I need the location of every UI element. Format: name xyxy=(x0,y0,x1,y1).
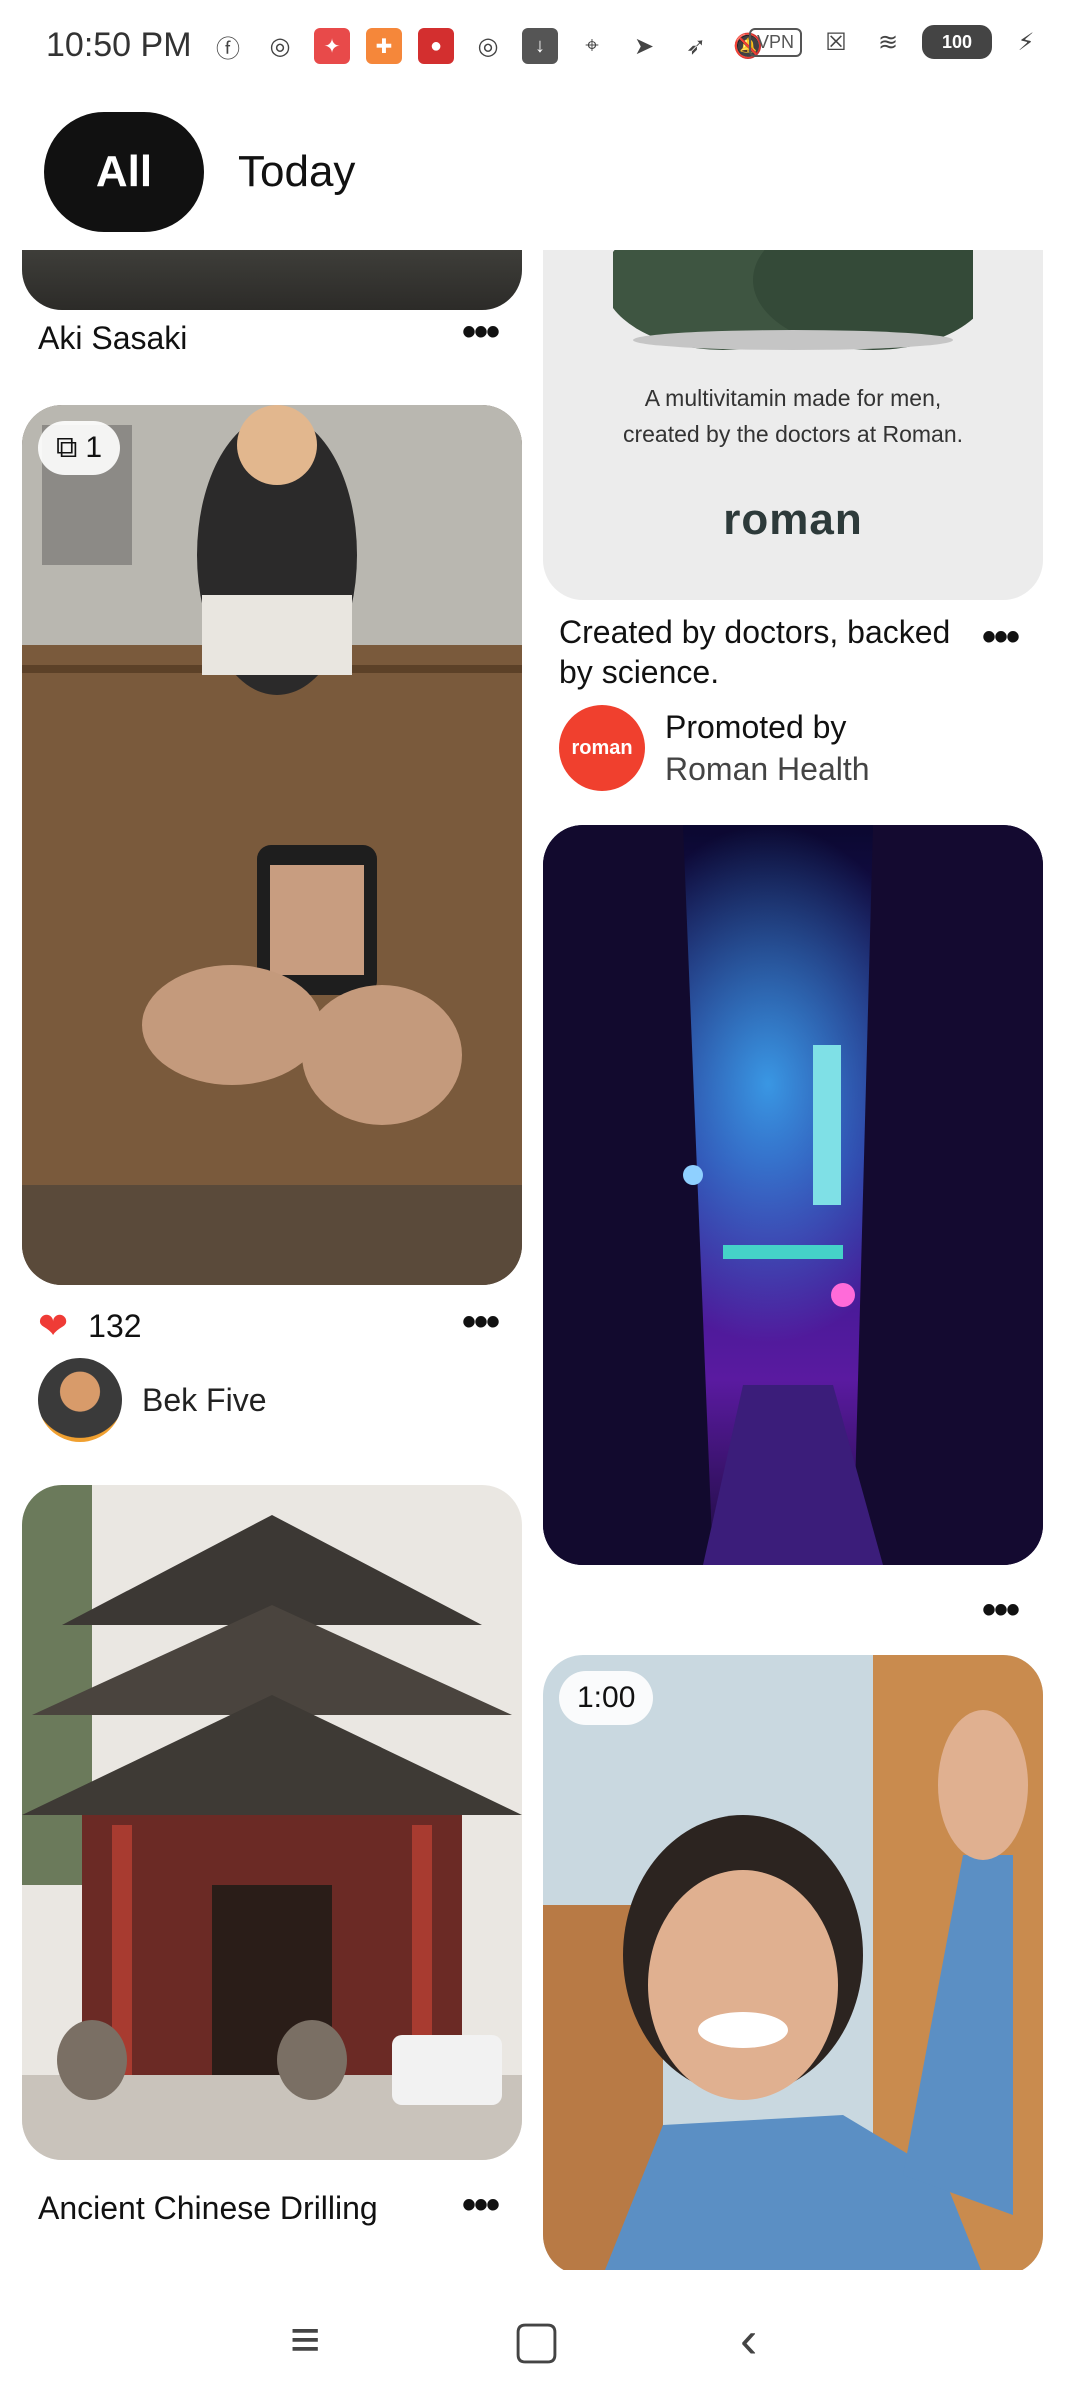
more-options-button[interactable]: ••• xyxy=(982,1588,1020,1633)
app-icon: ✚ xyxy=(366,28,402,64)
photo-waving-woman xyxy=(543,1655,1043,2270)
more-options-button[interactable]: ••• xyxy=(462,1300,500,1345)
pin-image-aki-sasaki[interactable] xyxy=(22,250,522,310)
avatar xyxy=(38,1358,122,1442)
more-options-button[interactable]: ••• xyxy=(462,310,500,355)
pin-image-neon-alley[interactable] xyxy=(543,825,1043,1565)
advertiser-avatar: roman xyxy=(559,705,645,791)
sim-icon: ☒ xyxy=(825,28,847,56)
app-icon: ◎ xyxy=(269,32,291,60)
advertiser-name: Roman Health xyxy=(665,751,870,787)
facebook-icon: ⓕ xyxy=(216,35,240,63)
app-icon: ◎ xyxy=(477,32,499,60)
pin-feed: Aki Sasaki ••• ⧉ 1 ❤ 132 ••• Bek Five An… xyxy=(0,250,1080,2270)
pin-title: Ancient Chinese Drilling xyxy=(38,2190,378,2226)
more-options-button[interactable]: ••• xyxy=(982,615,1020,660)
ad-title: Created by doctors, backed by science. xyxy=(559,614,951,690)
tab-all[interactable]: All xyxy=(44,112,204,232)
tabs: All Today xyxy=(44,112,355,232)
video-duration-badge: 1:00 xyxy=(559,1671,654,1725)
wifi-icon: ≋ xyxy=(877,28,899,56)
more-options-button[interactable]: ••• xyxy=(462,2183,500,2228)
ad-description: A multivitamin made for men, created by … xyxy=(622,385,964,447)
vpn-icon: VPN xyxy=(748,27,802,57)
app-icon: ● xyxy=(418,28,454,64)
brand-logo: roman xyxy=(723,495,863,544)
charging-icon: ⚡ xyxy=(1017,28,1035,56)
heart-icon: ❤ xyxy=(38,1305,69,1346)
send-icon: ➤ xyxy=(633,32,655,60)
tab-today[interactable]: Today xyxy=(238,147,355,197)
ad-image-roman[interactable]: A multivitamin made for men, created by … xyxy=(543,250,1043,600)
author-name: Bek Five xyxy=(142,1381,267,1418)
photo-temple xyxy=(22,1485,522,2160)
copy-icon: ⧉ xyxy=(56,431,78,464)
reaction-count: 132 xyxy=(88,1307,142,1344)
status-bar: 10:50 PM ⓕ ◎ ✦ ✚ ● ◎ ↓ ⌖ ➤ ➶ 🔕 VPN ☒ ≋ 1… xyxy=(0,0,1080,96)
vitamin-bottles xyxy=(613,250,973,350)
reactions-row: ❤ 132 xyxy=(38,1305,142,1347)
photo-neon-street xyxy=(543,825,1043,1565)
status-icons: ⓕ ◎ ✦ ✚ ● ◎ ↓ ⌖ ➤ ➶ 🔕 xyxy=(210,28,766,64)
back-icon[interactable]: ‹ xyxy=(740,2310,757,2370)
battery-icon: 100 xyxy=(922,25,992,59)
promoted-label: Promoted by xyxy=(665,709,847,745)
navigation-icon: ➶ xyxy=(685,32,707,60)
board-count-badge: ⧉ 1 xyxy=(38,421,121,475)
pin-author[interactable]: Bek Five xyxy=(38,1358,266,1442)
location-icon: ⌖ xyxy=(585,32,599,59)
status-time: 10:50 PM xyxy=(46,26,192,64)
pin-image-chinese-temple[interactable] xyxy=(22,1485,522,2160)
photo-kitchen xyxy=(22,405,522,1285)
pin-title: Aki Sasaki xyxy=(38,320,188,356)
menu-icon[interactable]: ≡ xyxy=(290,2310,320,2370)
system-nav-bar: ≡ ▢ ‹ xyxy=(0,2270,1080,2400)
pin-video-greeting[interactable]: 1:00 xyxy=(543,1655,1043,2270)
app-icon: ✦ xyxy=(314,28,350,64)
status-right: VPN ☒ ≋ 100 ⚡ xyxy=(748,24,1044,60)
download-icon: ↓ xyxy=(522,28,558,64)
pin-image-video-call[interactable]: ⧉ 1 xyxy=(22,405,522,1285)
promoted-text: Promoted by Roman Health xyxy=(665,706,870,790)
home-square-icon[interactable]: ▢ xyxy=(512,2310,561,2370)
promoted-by[interactable]: roman Promoted by Roman Health xyxy=(559,705,870,791)
